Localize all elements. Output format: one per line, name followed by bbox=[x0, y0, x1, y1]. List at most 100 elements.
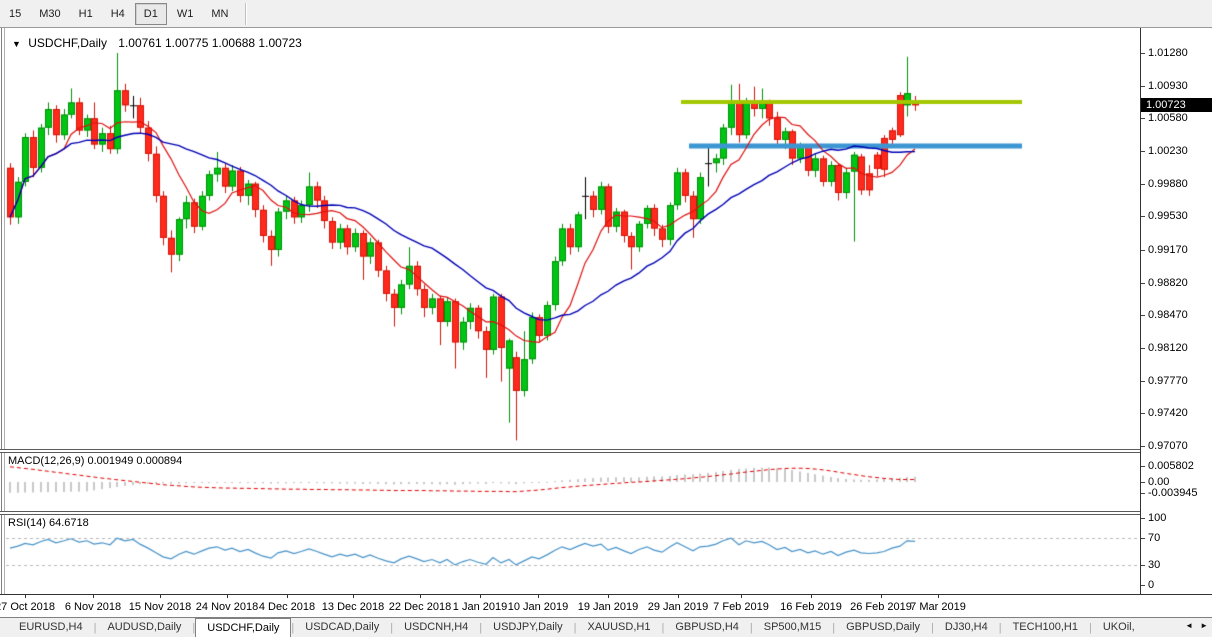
chart-dropdown-icon[interactable]: ▼ bbox=[12, 39, 21, 49]
price-axis-label-tick bbox=[1141, 413, 1145, 414]
timeframe-button-m30[interactable]: M30 bbox=[31, 4, 68, 24]
price-axis-label: 0.99530 bbox=[1148, 211, 1188, 222]
date-axis-label: 15 Nov 2018 bbox=[129, 601, 191, 613]
price-axis-label-tick bbox=[1141, 216, 1145, 217]
date-tick bbox=[608, 595, 609, 598]
date-axis: 27 Oct 20186 Nov 201815 Nov 201824 Nov 2… bbox=[0, 594, 1212, 617]
trading-app-window: 15M30H1H4D1W1MN ▼ USDCHF,Daily 1.00761 1… bbox=[0, 0, 1212, 637]
chart-tab-sp500-m15[interactable]: SP500,M15 bbox=[753, 618, 832, 637]
date-axis-label: 6 Nov 2018 bbox=[65, 601, 121, 613]
tab-scroll-right-icon[interactable]: ► bbox=[1200, 621, 1208, 630]
chart-ohlc-values: 1.00761 1.00775 1.00688 1.00723 bbox=[118, 36, 302, 50]
date-tick bbox=[353, 595, 354, 598]
rsi-axis-label-tick bbox=[1141, 565, 1145, 566]
chart-tab-xauusd-h1[interactable]: XAUUSD,H1 bbox=[576, 618, 661, 637]
timeframe-button-mn[interactable]: MN bbox=[203, 4, 236, 24]
chart-tab-dj30-h4[interactable]: DJ30,H4 bbox=[934, 618, 999, 637]
timeframe-toolbar: 15M30H1H4D1W1MN bbox=[0, 0, 1212, 28]
price-axis-label-tick bbox=[1141, 118, 1145, 119]
chart-tab-usdcad-daily[interactable]: USDCAD,Daily bbox=[294, 618, 390, 637]
chart-tab-bar: EURUSD,H4|AUDUSD,Daily|USDCHF,Daily|USDC… bbox=[0, 617, 1212, 637]
macd-axis-label: 0.005802 bbox=[1148, 461, 1194, 472]
price-axis-label: 0.98820 bbox=[1148, 278, 1188, 289]
chart-tab-usdcnh-h4[interactable]: USDCNH,H4 bbox=[393, 618, 479, 637]
date-axis-label: 10 Jan 2019 bbox=[508, 601, 569, 613]
price-axis-label: 1.01280 bbox=[1148, 48, 1188, 59]
date-axis-label: 7 Feb 2019 bbox=[713, 601, 769, 613]
price-axis-label: 0.98120 bbox=[1148, 343, 1188, 354]
chart-tab-usdjpy-daily[interactable]: USDJPY,Daily bbox=[482, 618, 574, 637]
price-axis-label-tick bbox=[1141, 151, 1145, 152]
tab-scroll-left-icon[interactable]: ◄ bbox=[1185, 621, 1193, 630]
chart-tab-eurusd-h4[interactable]: EURUSD,H4 bbox=[8, 618, 94, 637]
price-axis-label-tick bbox=[1141, 381, 1145, 382]
rsi-axis-label: 30 bbox=[1148, 560, 1160, 571]
price-axis-label: 0.99880 bbox=[1148, 179, 1188, 190]
rsi-axis-label: 100 bbox=[1148, 513, 1166, 524]
price-axis-label: 1.00930 bbox=[1148, 81, 1188, 92]
date-tick bbox=[678, 595, 679, 598]
date-tick bbox=[93, 595, 94, 598]
price-chart-canvas[interactable] bbox=[6, 30, 1140, 448]
price-axis-label: 1.00580 bbox=[1148, 113, 1188, 124]
rsi-axis-label: 70 bbox=[1148, 533, 1160, 544]
timeframe-button-h4[interactable]: H4 bbox=[103, 4, 133, 24]
chart-tab-gbpusd-h4[interactable]: GBPUSD,H4 bbox=[664, 618, 750, 637]
price-axis-label-tick bbox=[1141, 184, 1145, 185]
chart-tab-audusd-daily[interactable]: AUDUSD,Daily bbox=[96, 618, 192, 637]
price-axis-label-tick bbox=[1141, 315, 1145, 316]
macd-axis-label-tick bbox=[1141, 493, 1145, 494]
tab-scroll-controls: ◄ ► bbox=[1185, 621, 1208, 630]
date-axis-label: 13 Dec 2018 bbox=[322, 601, 384, 613]
window-left-border bbox=[1, 28, 2, 594]
timeframe-button-h1[interactable]: H1 bbox=[71, 4, 101, 24]
timeframe-button-15[interactable]: 15 bbox=[1, 4, 29, 24]
price-axis-label: 0.97420 bbox=[1148, 408, 1188, 419]
date-tick bbox=[881, 595, 882, 598]
rsi-axis-label-tick bbox=[1141, 518, 1145, 519]
rsi-axis-label: 0 bbox=[1148, 580, 1154, 591]
price-axis-label: 0.97770 bbox=[1148, 376, 1188, 387]
date-tick bbox=[538, 595, 539, 598]
date-axis-label: 7 Mar 2019 bbox=[910, 601, 966, 613]
date-tick bbox=[287, 595, 288, 598]
price-axis-label: 0.98470 bbox=[1148, 310, 1188, 321]
date-axis-label: 1 Jan 2019 bbox=[453, 601, 507, 613]
macd-axis-label-tick bbox=[1141, 466, 1145, 467]
rsi-label: RSI(14) 64.6718 bbox=[8, 517, 89, 529]
chart-tab-gbpusd-daily[interactable]: GBPUSD,Daily bbox=[835, 618, 931, 637]
price-axis-label-tick bbox=[1141, 348, 1145, 349]
rsi-indicator-canvas[interactable] bbox=[6, 515, 1140, 593]
price-axis-label-tick bbox=[1141, 250, 1145, 251]
price-axis-label-tick bbox=[1141, 86, 1145, 87]
chart-title: ▼ USDCHF,Daily 1.00761 1.00775 1.00688 1… bbox=[12, 36, 302, 50]
macd-label: MACD(12,26,9) 0.001949 0.000894 bbox=[8, 455, 182, 467]
date-axis-label: 22 Dec 2018 bbox=[389, 601, 451, 613]
date-axis-label: 27 Oct 2018 bbox=[0, 601, 55, 613]
date-tick bbox=[25, 595, 26, 598]
timeframe-button-d1[interactable]: D1 bbox=[135, 3, 167, 25]
chart-tab-usdchf-daily[interactable]: USDCHF,Daily bbox=[195, 618, 291, 637]
date-tick bbox=[420, 595, 421, 598]
price-axis-label-tick bbox=[1141, 53, 1145, 54]
price-axis-label: 0.99170 bbox=[1148, 245, 1188, 256]
date-tick bbox=[160, 595, 161, 598]
price-axis-label: 0.97070 bbox=[1148, 441, 1188, 452]
timeframe-button-w1[interactable]: W1 bbox=[169, 4, 202, 24]
date-axis-label: 26 Feb 2019 bbox=[850, 601, 912, 613]
date-tick bbox=[741, 595, 742, 598]
date-tick bbox=[227, 595, 228, 598]
chart-symbol-label: USDCHF,Daily bbox=[28, 36, 107, 50]
date-axis-label: 4 Dec 2018 bbox=[259, 601, 315, 613]
chart-tab-tech100-h1[interactable]: TECH100,H1 bbox=[1002, 618, 1089, 637]
current-price-tag: 1.00723 bbox=[1141, 98, 1212, 112]
window-left-border-inner bbox=[4, 28, 5, 594]
price-axis-label: 1.00230 bbox=[1148, 146, 1188, 157]
rsi-axis-label-tick bbox=[1141, 538, 1145, 539]
rsi-axis-label-tick bbox=[1141, 585, 1145, 586]
price-axis-label-tick bbox=[1141, 283, 1145, 284]
macd-axis-label: -0.003945 bbox=[1148, 488, 1198, 499]
macd-axis-label-tick bbox=[1141, 482, 1145, 483]
toolbar-separator bbox=[245, 3, 247, 25]
chart-tab-ukoil[interactable]: UKOil, bbox=[1092, 618, 1146, 637]
